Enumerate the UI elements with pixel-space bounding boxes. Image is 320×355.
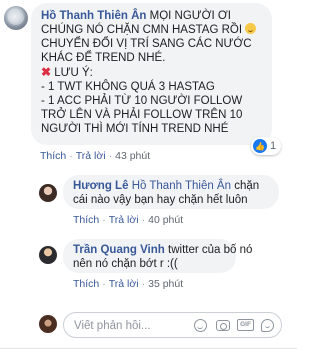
reply-author[interactable]: Hương Lê <box>73 180 128 192</box>
avatar[interactable] <box>39 246 57 264</box>
comment-bubble: Hồ Thanh Thiên Ân MỌI NGƯỜI ƠI CHÚNG NÓ … <box>31 3 272 145</box>
comment-text: CHÚNG NÓ CHẶN CMN HASTAG RỒI <box>41 24 243 36</box>
comment-author[interactable]: Hồ Thanh Thiên Ân <box>41 10 146 22</box>
reply-bubble: Hương Lê Hồ Thanh Thiên Ân chặn cái nào … <box>63 175 279 209</box>
camera-icon[interactable] <box>216 320 230 331</box>
reply-bubble: Trần Quang Vinh twitter của bố nó nên nó… <box>63 239 252 273</box>
comment-text: NGƯỜI THÌ MỚI TÍNH TREND NHÉ <box>41 123 229 135</box>
cross-mark-icon: ✖ <box>41 65 52 79</box>
comment-time[interactable]: 43 phút <box>115 150 150 162</box>
divider <box>0 348 297 349</box>
separator-dot: · <box>141 278 146 290</box>
reply-text: cái nào vậy bạn hay chặn hết luôn <box>73 194 248 206</box>
reply-text: twitter của bố nó <box>168 244 253 256</box>
reply-composer[interactable]: GIF <box>63 312 282 338</box>
comment-text: MỌI NGƯỜI ƠI <box>149 10 231 22</box>
thumbs-up-icon: 👍 <box>253 139 267 153</box>
avatar[interactable] <box>39 315 57 333</box>
reply-time[interactable]: 35 phút <box>148 278 183 290</box>
gif-icon[interactable]: GIF <box>237 319 254 331</box>
emoji-icon[interactable] <box>194 319 207 332</box>
comment-text: TRỞ LÊN VÀ PHẢI FOLLOW TRÊN 10 <box>41 109 243 121</box>
reply-text: chặn <box>234 180 260 192</box>
like-link[interactable]: Thích <box>73 214 99 226</box>
reply-text: nên nó chặn bớt r :(( <box>73 258 178 270</box>
reply-link[interactable]: Trả lời <box>109 278 139 290</box>
reply-input[interactable] <box>74 318 174 333</box>
smile-emoji-icon <box>245 23 257 34</box>
reply-mention[interactable]: Hồ Thanh Thiên Ân <box>132 180 231 192</box>
reply-author[interactable]: Trần Quang Vinh <box>73 244 165 256</box>
reply-link[interactable]: Trả lời <box>76 150 106 162</box>
comment-actions: Thích · Trả lời · 43 phút <box>40 150 150 162</box>
reply-actions: Thích · Trả lời · 35 phút <box>73 278 183 290</box>
avatar[interactable] <box>39 184 57 202</box>
comment-text: - 1 TWT KHÔNG QUÁ 3 HASTAG <box>41 81 215 93</box>
separator-dot: · <box>102 278 106 290</box>
comment-text: KHÁC ĐỂ TREND NHÉ. <box>41 52 166 64</box>
separator-dot: · <box>108 150 113 162</box>
like-link[interactable]: Thích <box>40 150 66 162</box>
separator-dot: · <box>102 214 106 226</box>
avatar[interactable] <box>4 6 28 30</box>
separator-dot: · <box>141 214 146 226</box>
reaction-count: 1 <box>270 140 277 152</box>
comment-text: LƯU Ý: <box>54 67 93 79</box>
comment-text: CHUYỂN ĐỔI VỊ TRÍ SANG CÁC NƯỚC <box>41 38 252 50</box>
reply-link[interactable]: Trả lời <box>109 214 139 226</box>
reply-actions: Thích · Trả lời · 40 phút <box>73 214 183 226</box>
reaction-badge[interactable]: 👍 1 <box>251 137 282 155</box>
like-link[interactable]: Thích <box>73 278 99 290</box>
sticker-icon[interactable] <box>261 319 274 332</box>
separator-dot: · <box>69 150 73 162</box>
comment-thread: Hồ Thanh Thiên Ân MỌI NGƯỜI ƠI CHÚNG NÓ … <box>0 0 297 355</box>
reply-time[interactable]: 40 phút <box>148 214 183 226</box>
comment-text: - 1 ACC PHẢI TỪ 10 NGƯỜI FOLLOW <box>41 95 243 107</box>
